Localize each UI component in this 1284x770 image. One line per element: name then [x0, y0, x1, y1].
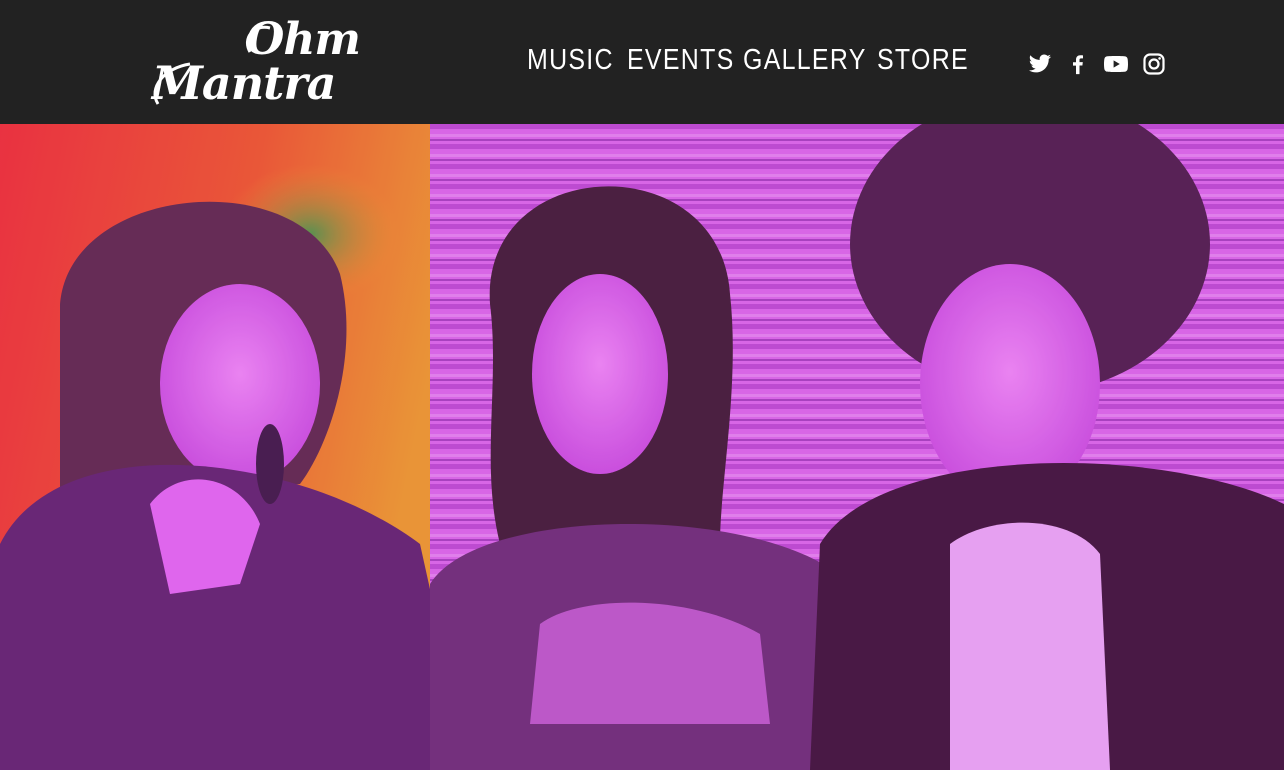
youtube-icon[interactable]	[1104, 52, 1128, 76]
nav-gallery[interactable]: GALLERY	[743, 44, 865, 77]
band-photo-image	[0, 124, 1284, 770]
facebook-icon[interactable]	[1066, 52, 1090, 76]
nav-store[interactable]: STORE	[877, 44, 968, 77]
instagram-icon[interactable]	[1142, 52, 1166, 76]
twitter-icon[interactable]	[1028, 52, 1052, 76]
site-header: Ohm Mantra MUSIC EVENTS GALLERY STORE	[0, 0, 1284, 124]
nav-music[interactable]: MUSIC	[527, 44, 613, 77]
logo-text-mantra: Mantra	[152, 56, 336, 110]
hero-band-photo	[0, 124, 1284, 770]
nav-events[interactable]: EVENTS	[627, 44, 733, 77]
social-links	[1028, 52, 1166, 76]
main-nav: MUSIC EVENTS GALLERY STORE	[527, 44, 968, 77]
brand-logo[interactable]: Ohm Mantra	[150, 14, 374, 110]
